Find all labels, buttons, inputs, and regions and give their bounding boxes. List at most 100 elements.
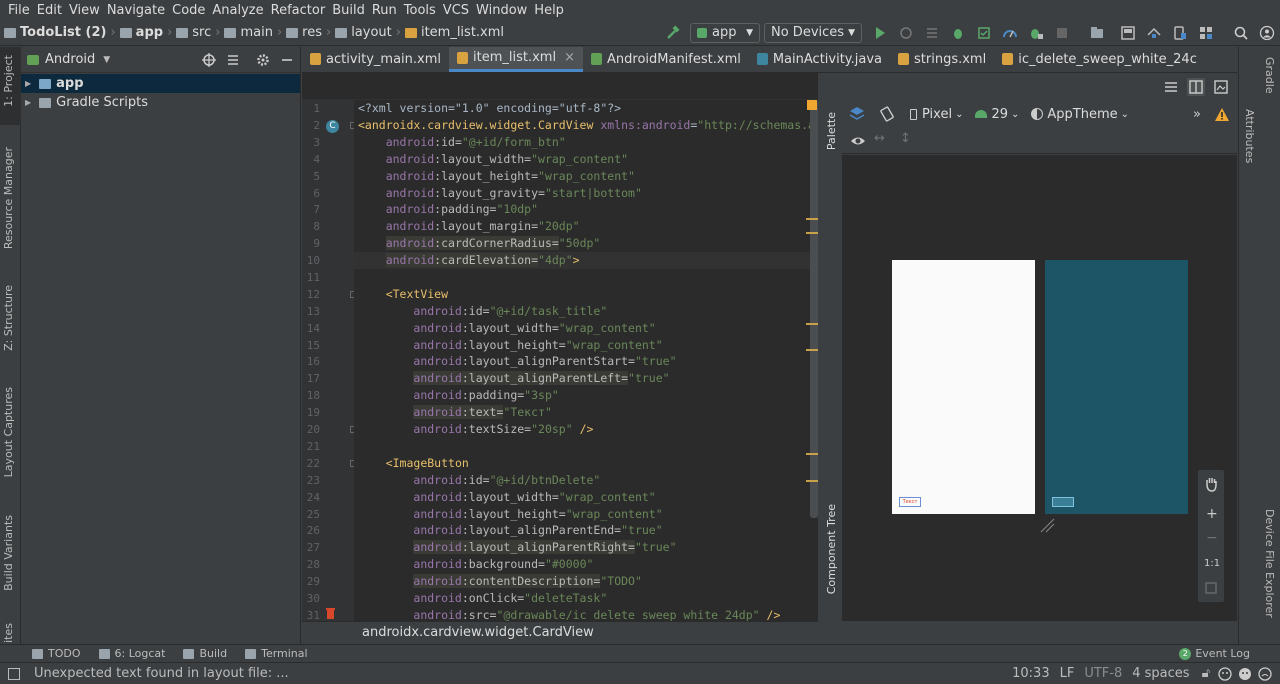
code-line[interactable]: android:id="@+id/task_title": [358, 303, 607, 320]
design-preview[interactable]: Текст: [892, 260, 1035, 514]
sdk-manager-icon[interactable]: [1146, 25, 1162, 41]
file-encoding[interactable]: UTF-8: [1084, 666, 1122, 681]
expand-arrow-icon[interactable]: ▶: [25, 79, 31, 88]
orientation-icon[interactable]: [878, 105, 896, 123]
indent-setting[interactable]: 4 spaces: [1132, 666, 1189, 681]
editor-tab[interactable]: MainActivity.java: [749, 47, 890, 72]
menu-build[interactable]: Build: [330, 3, 370, 18]
code-line[interactable]: android:layout_alignParentLeft="true": [358, 370, 670, 387]
editor-breadcrumb[interactable]: androidx.cardview.widget.CardView: [302, 621, 818, 643]
pan-hand-icon[interactable]: [1204, 476, 1218, 492]
blueprint-text-view[interactable]: [1052, 497, 1074, 507]
code-line[interactable]: android:layout_alignParentEnd="true": [358, 522, 662, 539]
status-panel-icon[interactable]: [8, 667, 20, 680]
code-line[interactable]: android:layout_height="wrap_content": [358, 506, 662, 523]
palette-tab[interactable]: Palette: [825, 112, 838, 150]
device-select[interactable]: No Devices ▼: [764, 22, 862, 43]
run-icon[interactable]: [872, 25, 888, 41]
code-line[interactable]: android:padding="3sp": [358, 387, 558, 404]
component-tree-tab[interactable]: Component Tree: [825, 504, 838, 594]
tree-item[interactable]: ▶ Gradle Scripts: [21, 93, 300, 112]
editor-tab[interactable]: AndroidManifest.xml: [583, 47, 749, 72]
search-icon[interactable]: [1233, 25, 1249, 41]
menu-run[interactable]: Run: [370, 3, 402, 18]
tool-tab-device-file-explorer[interactable]: Device File Explorer: [1263, 509, 1276, 618]
run-config-select[interactable]: app ▼: [690, 22, 760, 43]
event-log-button[interactable]: 2 Event Log: [1179, 647, 1250, 660]
editor-tab[interactable]: activity_main.xml: [302, 47, 449, 72]
bottom-tool-todo[interactable]: TODO: [32, 647, 81, 660]
code-line[interactable]: android:text="Текст": [358, 404, 552, 421]
menu-view[interactable]: View: [67, 3, 105, 18]
layers-icon[interactable]: [848, 105, 866, 123]
more-chevron-icon[interactable]: »: [1193, 107, 1201, 122]
code-line[interactable]: android:layout_width="wrap_content": [358, 489, 655, 506]
editor-tab[interactable]: item_list.xml ×: [449, 47, 583, 72]
gear-icon[interactable]: [256, 53, 270, 67]
code-line[interactable]: <TextView: [358, 286, 448, 303]
profile-icon[interactable]: [1002, 25, 1018, 41]
menu-file[interactable]: File: [6, 3, 35, 18]
tool-tab-favorites[interactable]: ites: [2, 623, 15, 643]
editor-scrollbar[interactable]: [810, 100, 818, 518]
inspector-icon[interactable]: [1218, 666, 1232, 681]
design-view-icon[interactable]: [1213, 79, 1229, 95]
tool-tab-structure[interactable]: Z: Structure: [2, 285, 15, 351]
zoom-in-icon[interactable]: +: [1206, 506, 1218, 522]
warning-stripe[interactable]: [806, 218, 818, 220]
apply-code-changes-icon[interactable]: [924, 25, 940, 41]
expand-arrow-icon[interactable]: ▶: [25, 98, 31, 107]
code-line[interactable]: android:layout_margin="20dp": [358, 218, 580, 235]
bottom-tool-logcat[interactable]: 6: Logcat: [98, 647, 165, 660]
vertical-resize-icon[interactable]: ↕: [900, 131, 911, 146]
code-line[interactable]: android:onClick="deleteTask": [358, 590, 607, 607]
menu-vcs[interactable]: VCS: [441, 3, 474, 18]
trash-gutter-icon[interactable]: [326, 608, 335, 619]
zoom-fit-icon[interactable]: [1205, 582, 1217, 594]
code-line[interactable]: android:background="#0000": [358, 556, 593, 573]
caret-position[interactable]: 10:33: [1012, 666, 1049, 681]
code-line[interactable]: android:padding="10dp": [358, 201, 538, 218]
breadcrumb-item[interactable]: item_list.xml: [404, 25, 504, 40]
tool-tab-build-variants[interactable]: Build Variants: [2, 515, 15, 591]
attach-debugger-icon[interactable]: [1028, 25, 1044, 41]
tool-tab-layout-captures[interactable]: Layout Captures: [2, 387, 15, 477]
breadcrumb-item[interactable]: main ›: [224, 25, 282, 40]
notification-icon[interactable]: [1258, 666, 1272, 681]
code-line[interactable]: android:contentDescription="TODO": [358, 573, 642, 590]
menu-edit[interactable]: Edit: [35, 3, 67, 18]
code-line[interactable]: android:layout_height="wrap_content": [358, 337, 662, 354]
tool-tab-resource-manager[interactable]: Resource Manager: [2, 147, 15, 249]
breadcrumb-item[interactable]: src ›: [176, 25, 220, 40]
stop-icon[interactable]: [1054, 25, 1070, 41]
tool-tab-project[interactable]: 1: Project: [2, 55, 15, 107]
code-line[interactable]: android:layout_width="wrap_content": [358, 151, 628, 168]
blueprint-preview[interactable]: [1045, 260, 1188, 514]
code-line[interactable]: android:layout_height="wrap_content": [358, 168, 635, 185]
warning-stripe[interactable]: [806, 232, 818, 234]
sync-project-icon[interactable]: [1089, 25, 1105, 41]
zoom-actual-button[interactable]: 1:1: [1204, 558, 1220, 569]
menu-code[interactable]: Code: [170, 3, 210, 18]
code-line[interactable]: android:id="@+id/btnDelete": [358, 472, 600, 489]
tool-tab-attributes[interactable]: Attributes: [1243, 109, 1256, 163]
split-view-icon[interactable]: [1187, 77, 1205, 96]
apply-changes-icon[interactable]: [898, 25, 914, 41]
code-line[interactable]: android:layout_alignParentRight="true": [358, 539, 677, 556]
warning-stripe[interactable]: [806, 349, 818, 351]
tree-item[interactable]: ▶ app: [21, 74, 300, 93]
warning-stripe[interactable]: [806, 453, 818, 455]
breadcrumb-item[interactable]: app ›: [119, 25, 172, 40]
avd-manager-icon[interactable]: [1120, 25, 1136, 41]
warning-stripe[interactable]: [806, 480, 818, 482]
code-line[interactable]: <ImageButton: [358, 455, 469, 472]
class-gutter-icon[interactable]: C: [326, 120, 339, 133]
device-picker[interactable]: Pixel ⌄: [910, 107, 963, 122]
lock-icon[interactable]: 🔓︎: [1202, 666, 1210, 681]
menu-tools[interactable]: Tools: [402, 3, 441, 18]
hammer-icon[interactable]: [665, 24, 681, 41]
menu-navigate[interactable]: Navigate: [105, 3, 170, 18]
minimize-icon[interactable]: [280, 53, 294, 67]
api-picker[interactable]: 29 ⌄: [975, 107, 1019, 122]
theme-picker[interactable]: AppTheme ⌄: [1031, 107, 1129, 122]
